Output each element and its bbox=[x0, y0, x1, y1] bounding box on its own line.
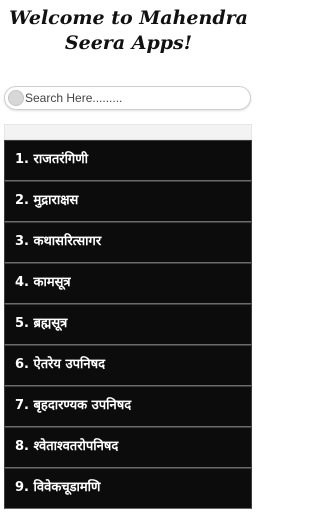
list-item[interactable]: 2. मुद्राराक्षस bbox=[4, 181, 252, 222]
list-item[interactable]: 4. कामसूत्र bbox=[4, 263, 252, 304]
search-bar[interactable] bbox=[4, 86, 251, 110]
list-item[interactable]: 8. श्वेताश्वतरोपनिषद bbox=[4, 427, 252, 468]
list-item[interactable]: 3. कथासरित्सागर bbox=[4, 222, 252, 263]
list-divider bbox=[4, 124, 252, 140]
page-title: Welcome to Mahendra Seera Apps! bbox=[9, 7, 248, 54]
app-list: 1. राजतरंगिणी 2. मुद्राराक्षस 3. कथासरित… bbox=[4, 140, 252, 509]
search-icon bbox=[8, 90, 24, 106]
list-item[interactable]: 1. राजतरंगिणी bbox=[4, 140, 252, 181]
list-item[interactable]: 7. बृहदारण्यक उपनिषद bbox=[4, 386, 252, 427]
list-item[interactable]: 9. विवेकचूडामणि bbox=[4, 468, 252, 509]
list-item[interactable]: 6. ऐतरेय उपनिषद bbox=[4, 345, 252, 386]
search-input[interactable] bbox=[25, 89, 245, 107]
list-item[interactable]: 5. ब्रह्मसूत्र bbox=[4, 304, 252, 345]
